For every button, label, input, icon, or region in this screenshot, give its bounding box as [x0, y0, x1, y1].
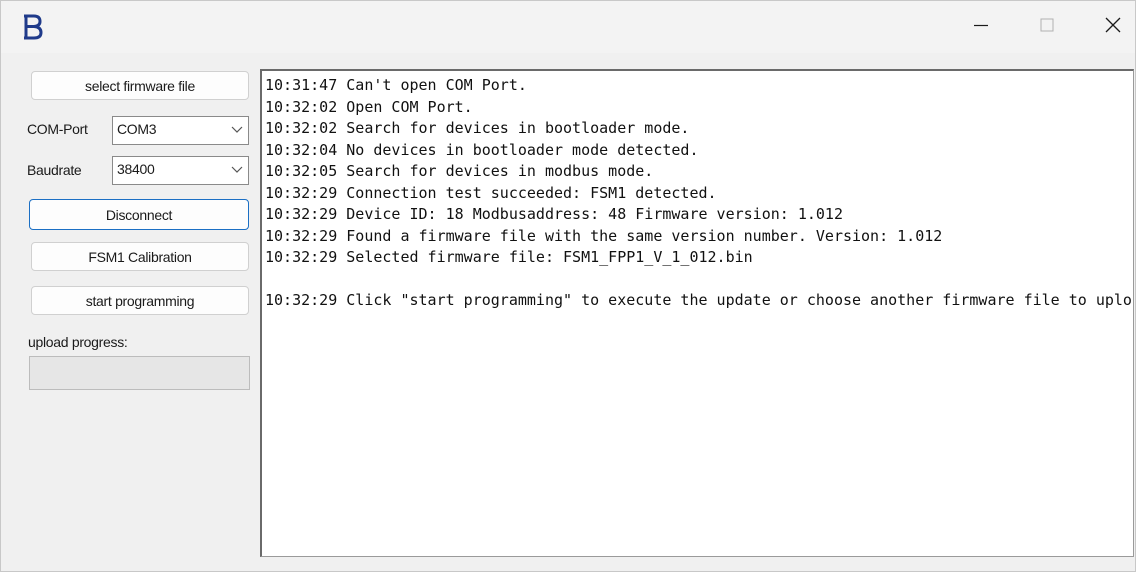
baudrate-label: Baudrate — [27, 162, 82, 178]
close-button[interactable] — [1083, 1, 1136, 53]
disconnect-label: Disconnect — [105, 206, 173, 223]
chevron-down-icon — [230, 162, 244, 176]
start-programming-label: start programming — [85, 292, 195, 309]
start-programming-button[interactable]: start programming — [31, 286, 249, 315]
maximize-icon — [1040, 18, 1054, 37]
log-output[interactable]: 10:31:47 Can't open COM Port. 10:32:02 Op… — [260, 69, 1134, 557]
baudrate-select[interactable]: 38400 — [112, 156, 249, 185]
bold-b-icon — [21, 14, 43, 40]
minimize-icon — [974, 18, 988, 37]
com-port-value: COM3 — [117, 121, 157, 137]
com-port-label: COM-Port — [27, 121, 88, 137]
log-line: 10:32:02 Search for devices in bootloade… — [265, 119, 690, 137]
fsm1-calibration-label: FSM1 Calibration — [88, 248, 192, 265]
com-port-select[interactable]: COM3 — [112, 116, 249, 145]
select-firmware-button[interactable]: select firmware file — [31, 71, 249, 100]
baudrate-value: 38400 — [117, 161, 155, 177]
log-line: 10:32:29 Device ID: 18 Modbusaddress: 48… — [265, 205, 843, 223]
app-window: select firmware file COM-Port COM3 Baudr… — [0, 0, 1136, 572]
log-line: 10:32:29 Found a firmware file with the … — [265, 226, 943, 245]
minimize-button[interactable] — [951, 1, 1011, 53]
title-bar[interactable] — [1, 1, 1135, 53]
disconnect-button[interactable]: Disconnect — [29, 199, 249, 230]
upload-progress-bar — [29, 356, 250, 390]
log-line: 10:31:47 Can't open COM Port. — [265, 76, 527, 94]
select-firmware-label: select firmware file — [85, 77, 195, 94]
maximize-button[interactable] — [1017, 1, 1077, 53]
fsm1-calibration-button[interactable]: FSM1 Calibration — [31, 242, 249, 271]
upload-progress-label: upload progress: — [28, 334, 128, 350]
log-line: 10:32:29 Click "start programming" to ex… — [265, 291, 1134, 309]
log-line: 10:32:29 Selected firmware file: FSM1_FP… — [265, 248, 753, 266]
log-line: 10:32:04 No devices in bootloader mode d… — [265, 140, 699, 159]
log-line: 10:32:02 Open COM Port. — [265, 97, 473, 116]
chevron-down-icon — [230, 122, 244, 136]
log-line: 10:32:29 Connection test succeeded: FSM1… — [265, 183, 717, 202]
close-icon — [1105, 17, 1121, 38]
log-line: 10:32:05 Search for devices in modbus mo… — [265, 162, 654, 180]
